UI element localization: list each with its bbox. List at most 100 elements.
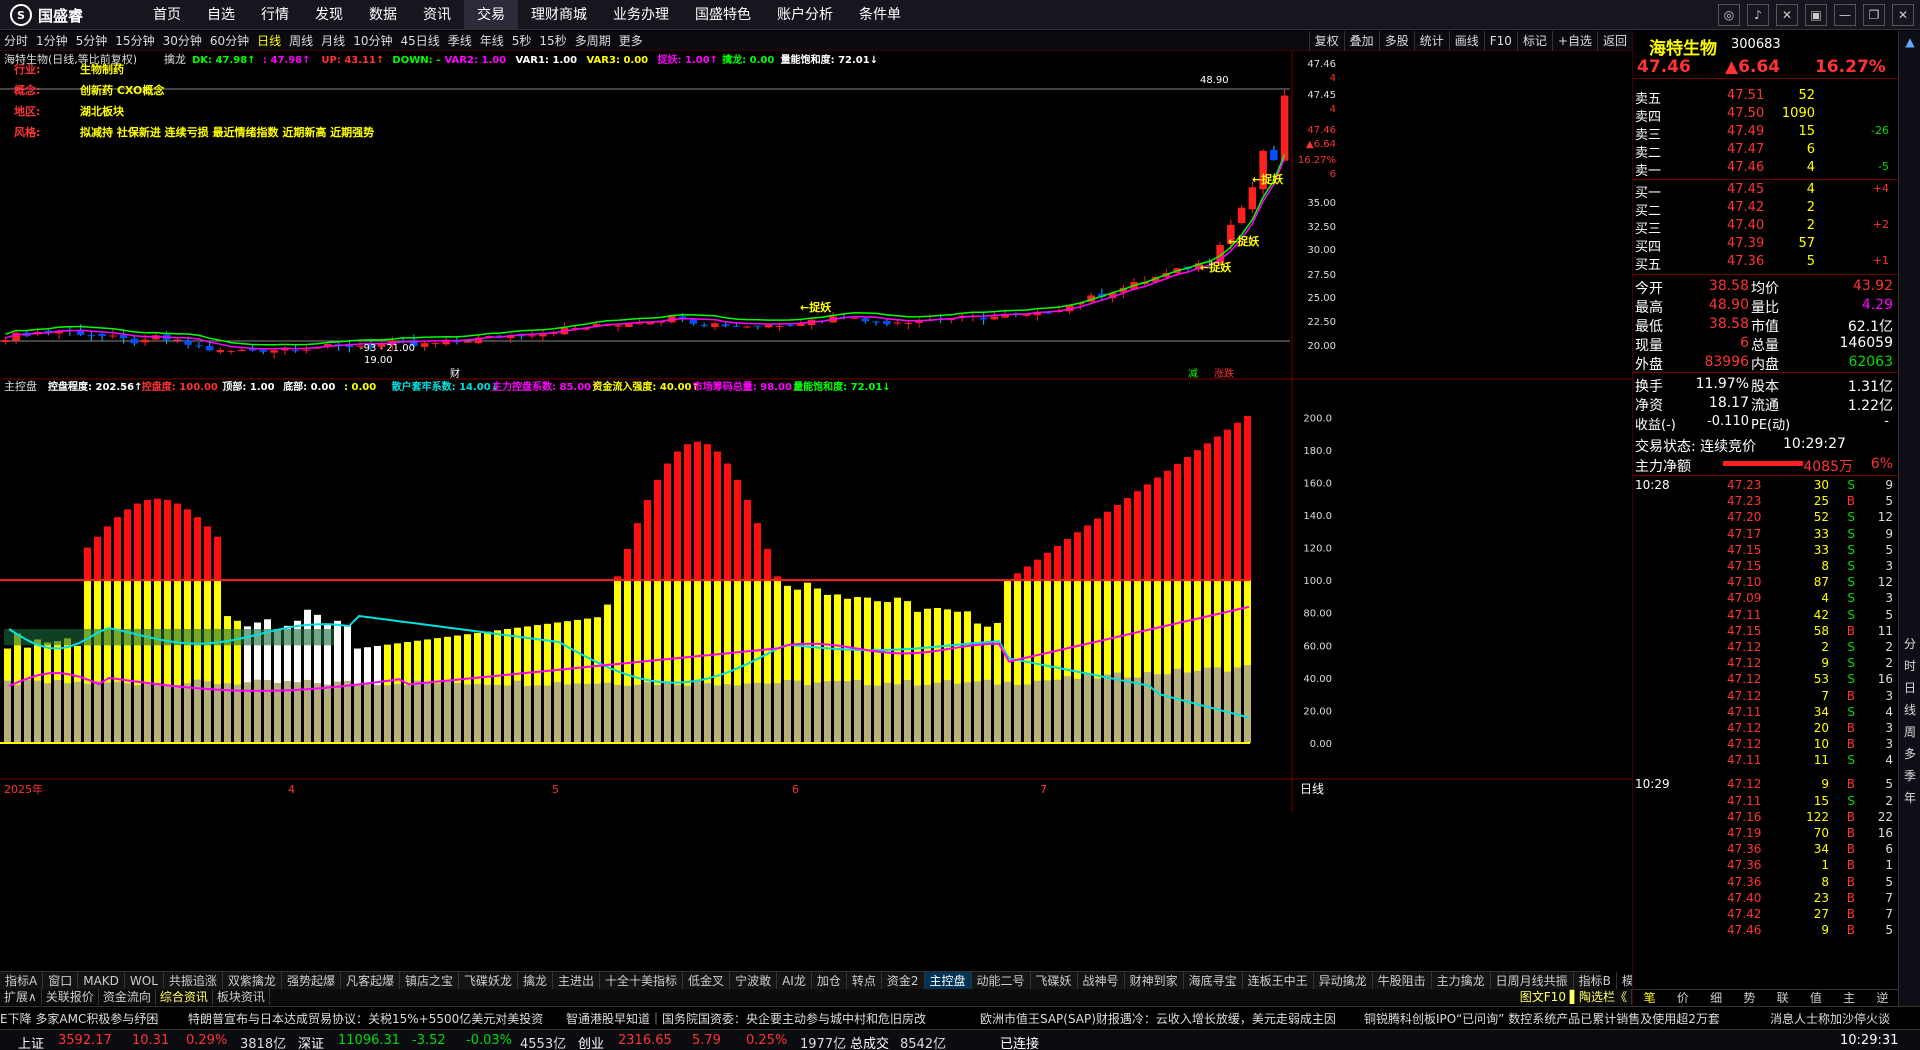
tool-button-1[interactable]: 叠加 <box>1343 31 1379 51</box>
period-tab-4[interactable]: 30分钟 <box>159 31 206 51</box>
news-item-3[interactable]: 欧洲市值王SAP(SAP)财报遇冷：云收入增长放缓，美元走弱成主因 <box>980 1010 1336 1027</box>
indicator-tab-5[interactable]: 双紫擒龙 <box>223 972 282 990</box>
tool-button-2[interactable]: 多股 <box>1378 31 1414 51</box>
menu-item-9[interactable]: 国盛特色 <box>682 0 764 30</box>
indicator-tab-8[interactable]: 镇店之宝 <box>400 972 459 990</box>
indicator-tab-3[interactable]: WOL <box>125 972 164 990</box>
menu-item-10[interactable]: 账户分析 <box>764 0 846 30</box>
side-icon-7[interactable]: 年 <box>1899 787 1920 809</box>
menu-item-7[interactable]: 理财商城 <box>518 0 600 30</box>
bid-price[interactable]: 47.40 <box>1727 218 1764 233</box>
sub-tab-0[interactable]: 扩展∧ <box>0 989 42 1005</box>
bell-icon[interactable]: ♪ <box>1747 4 1769 26</box>
indicator-tab-26[interactable]: 异动擒龙 <box>1314 972 1373 990</box>
bid-price[interactable]: 47.45 <box>1727 182 1764 197</box>
indicator-tab-22[interactable]: 战神号 <box>1078 972 1125 990</box>
indicator-tab-1[interactable]: 窗口 <box>43 972 79 990</box>
indicator-tab-4[interactable]: 共振追涨 <box>164 972 223 990</box>
index-label-1[interactable]: 深证 <box>298 1033 324 1050</box>
side-icon-1[interactable]: 时 <box>1899 655 1920 677</box>
close-icon[interactable]: ✕ <box>1892 4 1914 26</box>
shirt-icon[interactable]: ▣ <box>1805 4 1827 26</box>
sub-tab-4[interactable]: 板块资讯 <box>213 989 270 1005</box>
tool-button-8[interactable]: 返回 <box>1596 31 1632 51</box>
tool-button-7[interactable]: +自选 <box>1551 31 1597 51</box>
ask-price[interactable]: 47.46 <box>1727 160 1764 175</box>
quote-tab-1[interactable]: 价 <box>1666 990 1699 1006</box>
kline-chart-svg[interactable]: 海特生物(日线,等比前复权) 擒龙 DK: 47.98↑: 47.98↑ UP: 43… <box>0 51 1632 951</box>
bid-price[interactable]: 47.36 <box>1727 254 1764 269</box>
period-tab-12[interactable]: 年线 <box>476 31 508 51</box>
period-tab-9[interactable]: 10分钟 <box>349 31 396 51</box>
menu-item-0[interactable]: 首页 <box>140 0 194 30</box>
indicator-tab-11[interactable]: 主进出 <box>553 972 601 990</box>
menu-item-2[interactable]: 行情 <box>248 0 302 30</box>
tool-button-0[interactable]: 复权 <box>1308 31 1344 51</box>
indicator-tab-6[interactable]: 强势起爆 <box>282 972 341 990</box>
indicator-tab-2[interactable]: MAKD <box>78 972 125 990</box>
chart-area[interactable]: 海特生物(日线,等比前复权) 擒龙 DK: 47.98↑: 47.98↑ UP: 43… <box>0 51 1632 951</box>
period-tab-6[interactable]: 日线 <box>253 31 285 51</box>
side-icon-2[interactable]: 日 <box>1899 677 1920 699</box>
period-tab-11[interactable]: 季线 <box>444 31 476 51</box>
quote-tab-4[interactable]: 联 <box>1766 990 1799 1006</box>
quote-tab-6[interactable]: 主 <box>1833 990 1866 1006</box>
bid-price[interactable]: 47.42 <box>1727 200 1764 215</box>
news-item-5[interactable]: 消息人士称加沙停火谈 <box>1770 1010 1890 1027</box>
indicator-tab-9[interactable]: 飞碟妖龙 <box>459 972 518 990</box>
period-tab-1[interactable]: 1分钟 <box>32 31 72 51</box>
period-tab-2[interactable]: 5分钟 <box>72 31 112 51</box>
quote-tab-0[interactable]: 笔 <box>1633 990 1666 1006</box>
ask-price[interactable]: 47.47 <box>1727 142 1764 157</box>
period-tab-7[interactable]: 周线 <box>285 31 317 51</box>
period-tab-0[interactable]: 分时 <box>0 31 32 51</box>
menu-item-6[interactable]: 交易 <box>464 0 518 30</box>
tool-button-5[interactable]: F10 <box>1483 31 1517 51</box>
quote-tab-7[interactable]: 逆 <box>1866 990 1899 1006</box>
indicator-tab-18[interactable]: 资金2 <box>882 972 925 990</box>
tools-icon[interactable]: ✕ <box>1776 4 1798 26</box>
period-tab-8[interactable]: 月线 <box>317 31 349 51</box>
tool-button-6[interactable]: 标记 <box>1516 31 1552 51</box>
indicator-tab-21[interactable]: 飞碟妖 <box>1031 972 1078 990</box>
menu-item-8[interactable]: 业务办理 <box>600 0 682 30</box>
indicator-tab-15[interactable]: AI龙 <box>777 972 812 990</box>
menu-item-4[interactable]: 数据 <box>356 0 410 30</box>
indicator-tab-14[interactable]: 宁波敢 <box>730 972 778 990</box>
sub-tab-right[interactable]: 图文F10 ▌陶选栏《 <box>1516 989 1632 1005</box>
news-item-2[interactable]: 智通港股早知道｜国务院国资委：央企要主动参与城中村和危旧房改 <box>566 1010 926 1027</box>
period-tab-16[interactable]: 更多 <box>615 31 647 51</box>
period-tab-3[interactable]: 15分钟 <box>111 31 158 51</box>
menu-item-1[interactable]: 自选 <box>194 0 248 30</box>
indicator-tab-28[interactable]: 主力擒龙 <box>1432 972 1491 990</box>
restore-icon[interactable]: ❐ <box>1863 4 1885 26</box>
indicator-tab-24[interactable]: 海底寻宝 <box>1184 972 1243 990</box>
indicator-tab-7[interactable]: 凡客起爆 <box>341 972 400 990</box>
news-item-4[interactable]: 铜锐腾科创板IPO“已问询” 数控系统产品已累计销售及使用超2万套 <box>1364 1010 1720 1027</box>
ask-price[interactable]: 47.49 <box>1727 124 1764 139</box>
side-icon-4[interactable]: 周 <box>1899 721 1920 743</box>
index-label-2[interactable]: 创业 <box>578 1033 604 1050</box>
side-icon-6[interactable]: 季 <box>1899 765 1920 787</box>
quote-tab-5[interactable]: 值 <box>1799 990 1832 1006</box>
chat-icon[interactable]: ◎ <box>1718 4 1740 26</box>
menu-item-11[interactable]: 条件单 <box>846 0 914 30</box>
indicator-tab-16[interactable]: 加仓 <box>812 972 847 990</box>
news-item-0[interactable]: E下降 多家AMC积极参与纾困 <box>0 1010 158 1027</box>
indicator-tab-30[interactable]: 指标B <box>1574 972 1617 990</box>
quote-tab-2[interactable]: 细 <box>1700 990 1733 1006</box>
indicator-tab-27[interactable]: 牛股阻击 <box>1373 972 1432 990</box>
period-tab-5[interactable]: 60分钟 <box>206 31 253 51</box>
period-tab-13[interactable]: 5秒 <box>508 31 536 51</box>
indicator-tab-20[interactable]: 动能二号 <box>972 972 1031 990</box>
indicator-name[interactable]: 擒龙 <box>164 52 186 66</box>
indicator-tab-29[interactable]: 日周月线共振 <box>1491 972 1574 990</box>
indicator-tab-17[interactable]: 转点 <box>847 972 882 990</box>
menu-item-3[interactable]: 发现 <box>302 0 356 30</box>
period-tab-14[interactable]: 15秒 <box>535 31 570 51</box>
indicator-tab-25[interactable]: 连板王中王 <box>1243 972 1314 990</box>
ask-price[interactable]: 47.50 <box>1727 106 1764 121</box>
indicator-tab-19[interactable]: 主控盘 <box>924 972 972 990</box>
lower-indicator-name[interactable]: 主控盘 <box>4 379 37 393</box>
index-label-0[interactable]: 上证 <box>18 1033 44 1050</box>
